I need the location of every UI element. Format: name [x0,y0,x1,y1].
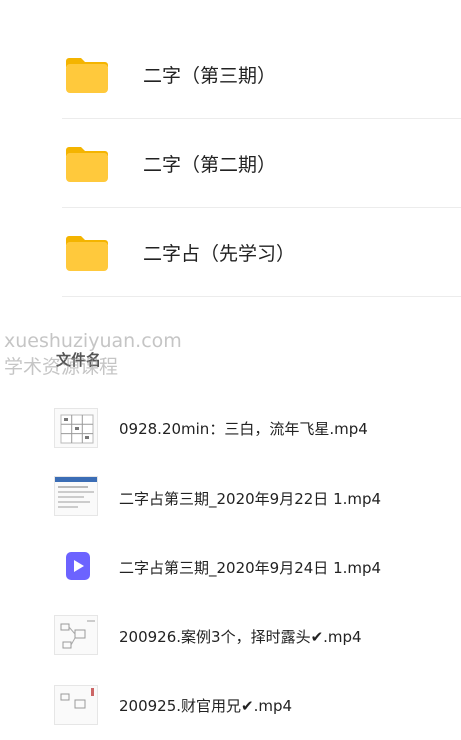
grid-thumbnail [54,408,98,448]
folder-row-3[interactable]: 二字占（先学习） [0,208,461,297]
watermark-line-1: xueshuziyuan.com [4,330,182,352]
screen-thumbnail [54,476,98,516]
folder-row-1[interactable]: 二字（第三期） [0,30,461,119]
diagram-thumbnail [54,615,98,655]
folder-row-2[interactable]: 二字（第二期） [0,119,461,208]
watermark-line-2: 学术资源课程 [4,356,119,378]
folder-name: 二字占（先学习） [143,243,296,265]
folder-name: 二字（第三期） [143,65,277,87]
folder-icon [66,235,108,271]
file-row-2[interactable]: 二字占第三期_2020年9月22日 1.mp4 [0,462,461,531]
file-row-4[interactable]: 200926.案例3个，择时露头✔.mp4 [0,601,461,670]
file-name: 二字占第三期_2020年9月24日 1.mp4 [119,559,382,577]
file-name: 200926.案例3个，择时露头✔.mp4 [119,628,362,646]
file-name: 200925.财官用兄✔.mp4 [119,697,293,715]
file-row-3[interactable]: 二字占第三期_2020年9月24日 1.mp4 [0,532,461,601]
watermark: xueshuziyuan.com 学术资源课程 [4,328,182,380]
folder-icon [66,57,108,93]
folder-icon [66,146,108,182]
file-row-5[interactable]: 200925.财官用兄✔.mp4 [0,671,461,740]
video-file-icon [66,552,90,580]
divider [62,296,461,297]
diagram-thumbnail [54,685,98,725]
file-name: 0928.20min：三白，流年飞星.mp4 [119,420,368,438]
file-row-1[interactable]: 0928.20min：三白，流年飞星.mp4 [0,393,461,462]
folder-name: 二字（第二期） [143,154,277,176]
file-name: 二字占第三期_2020年9月22日 1.mp4 [119,490,382,508]
